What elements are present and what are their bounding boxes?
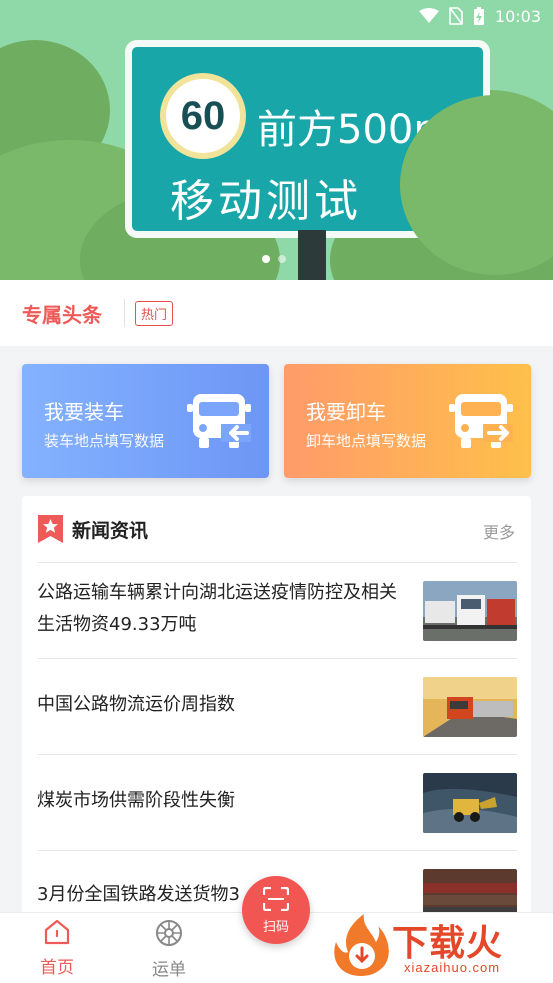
watermark-text: 下载火 <box>392 923 504 964</box>
unload-card-subtitle: 卸车地点填写数据 <box>306 432 427 450</box>
scan-icon <box>263 887 289 911</box>
carousel-indicator <box>262 255 286 263</box>
load-card-subtitle: 装车地点填写数据 <box>44 432 165 450</box>
news-list-item[interactable]: 公路运输车辆累计向湖北运送疫情防控及相关生活物资49.33万吨 <box>37 563 517 658</box>
news-item-title: 3月份全国铁路发送货物3 <box>37 884 240 905</box>
status-bar: 10:03 <box>0 0 553 32</box>
nav-orders-label: 运单 <box>152 960 186 980</box>
flame-logo-icon <box>334 914 389 976</box>
news-item-title: 中国公路物流运价周指数 <box>37 694 235 715</box>
news-item-title: 公路运输车辆累计向湖北运送疫情防控及相关生活物资49.33万吨 <box>37 582 397 635</box>
scan-button[interactable]: 扫码 <box>242 876 310 944</box>
nav-orders[interactable]: 运单 <box>139 919 199 980</box>
clock: 10:03 <box>494 6 541 26</box>
news-thumbnail <box>423 773 517 833</box>
news-list-item[interactable]: 中国公路物流运价周指数 <box>37 659 517 754</box>
headline-title: 专属头条 <box>22 302 102 327</box>
sign-post <box>298 230 326 280</box>
watermark-url: xiazaihuo.com <box>404 960 501 975</box>
news-more-link[interactable]: 更多 <box>483 519 515 543</box>
news-header: 新闻资讯 更多 <box>22 496 531 562</box>
truck-unload-icon <box>449 394 513 448</box>
wifi-icon <box>418 8 439 24</box>
carousel-dot[interactable] <box>278 255 286 263</box>
sign-caption-text: 移动测试 <box>170 176 362 227</box>
news-panel: 新闻资讯 更多 公路运输车辆累计向湖北运送疫情防控及相关生活物资49.33万吨 … <box>22 496 531 916</box>
speed-limit-badge: 60 <box>160 73 246 159</box>
home-icon <box>44 919 70 945</box>
no-sim-icon <box>449 7 463 25</box>
news-thumbnail <box>423 869 517 916</box>
nav-home[interactable]: 首页 <box>27 919 87 978</box>
hot-badge: 热门 <box>135 300 174 326</box>
unload-card-title: 我要卸车 <box>306 400 386 424</box>
hero-banner[interactable]: 60 前方500m 移动测试 <box>0 0 553 280</box>
battery-charging-icon <box>473 6 485 26</box>
headline-bar[interactable]: 专属头条 热门 <box>0 280 553 346</box>
news-item-title: 煤炭市场供需阶段性失衡 <box>37 790 235 811</box>
load-card-title: 我要装车 <box>44 400 124 424</box>
carousel-dot[interactable] <box>262 255 270 263</box>
news-list-item[interactable]: 煤炭市场供需阶段性失衡 <box>37 755 517 850</box>
news-thumbnail <box>423 677 517 737</box>
watermark-logo: 下载火 xiazaihuo.com <box>328 910 553 983</box>
divider <box>124 299 125 327</box>
news-section-title: 新闻资讯 <box>72 519 149 542</box>
scan-label: 扫码 <box>262 920 289 935</box>
truck-load-icon <box>187 394 251 448</box>
unload-cargo-button[interactable]: 我要卸车 卸车地点填写数据 <box>284 364 531 478</box>
nav-home-label: 首页 <box>40 958 74 978</box>
news-thumbnail <box>423 581 517 641</box>
wheel-icon <box>156 920 182 946</box>
load-cargo-button[interactable]: 我要装车 装车地点填写数据 <box>22 364 269 478</box>
star-bookmark-icon <box>38 515 63 543</box>
